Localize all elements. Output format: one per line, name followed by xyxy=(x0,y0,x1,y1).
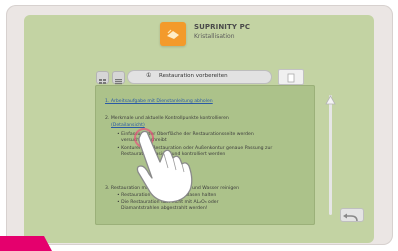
step-1[interactable]: 1. Arbeitsaufgabe mit Dienstanleitung ab… xyxy=(105,99,213,104)
list-view-button[interactable] xyxy=(112,71,125,85)
scrollbar-track[interactable] xyxy=(329,95,332,215)
touch-hand-icon xyxy=(134,128,193,203)
back-button[interactable] xyxy=(340,208,364,222)
page-icon xyxy=(287,73,295,83)
tab-label: Restauration vorbereiten xyxy=(159,73,228,79)
page-view-button[interactable] xyxy=(278,69,304,85)
step-2: 2. Merkmale und aktuelle Kontrollpunkte … xyxy=(105,116,229,121)
step-3-bullet-2b: Diamantstrahlen abgestrahlt werden! xyxy=(121,206,208,211)
tab-number: ① xyxy=(146,72,152,79)
instruction-panel: 1. Arbeitsaufgabe mit Dienstanleitung ab… xyxy=(95,85,315,225)
grid-view-button[interactable] xyxy=(96,71,109,84)
scrollbar-thumb[interactable] xyxy=(325,95,336,106)
pink-accent-corner xyxy=(0,236,52,251)
app-icon[interactable] xyxy=(160,22,186,46)
app-subtitle: Kristallisation xyxy=(194,33,235,40)
app-title: SUPRINITY PC xyxy=(194,23,251,31)
tab-restauration-vorbereiten[interactable]: ① Restauration vorbereiten xyxy=(127,70,272,84)
crystal-icon xyxy=(167,29,179,39)
return-arrow-icon xyxy=(343,213,358,222)
